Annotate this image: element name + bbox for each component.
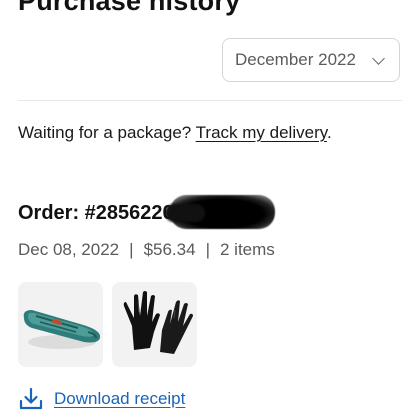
gloves-thumbnail[interactable]	[112, 282, 197, 367]
delivery-notice-suffix: .	[326, 123, 332, 142]
redaction-scribble-edge	[165, 204, 205, 222]
download-receipt-button[interactable]: Download receipt	[18, 386, 185, 412]
order-date: Dec 08, 2022	[18, 240, 120, 259]
sled-thumbnail[interactable]	[18, 282, 103, 367]
download-icon	[19, 387, 43, 410]
order-item-count: 2 items	[219, 240, 275, 259]
month-filter-value: December 2022	[235, 50, 356, 69]
download-receipt-label: Download receipt	[54, 389, 186, 408]
meta-separator: |	[129, 240, 134, 259]
order-total: $56.34	[143, 240, 196, 259]
track-delivery-link[interactable]: Track my delivery	[196, 123, 327, 142]
gloves-image	[123, 291, 193, 354]
delivery-notice: Waiting for a package? Track my delivery…	[18, 123, 332, 143]
divider	[18, 100, 402, 101]
order-meta: Dec 08, 2022 | $56.34 | 2 items	[18, 240, 275, 260]
snow-sled-image	[23, 310, 101, 349]
page-title: Purchase history	[18, 0, 241, 16]
delivery-notice-text: Waiting for a package?	[18, 123, 196, 142]
month-filter-select[interactable]: December 2022	[222, 38, 400, 82]
meta-separator: |	[205, 240, 210, 259]
chevron-down-icon	[372, 51, 385, 65]
order-number: Order: #2856220	[18, 202, 174, 225]
purchase-history-page: Purchase history December 2022 Waiting f…	[0, 0, 420, 420]
order-number-text: Order: #2856220	[18, 202, 174, 224]
